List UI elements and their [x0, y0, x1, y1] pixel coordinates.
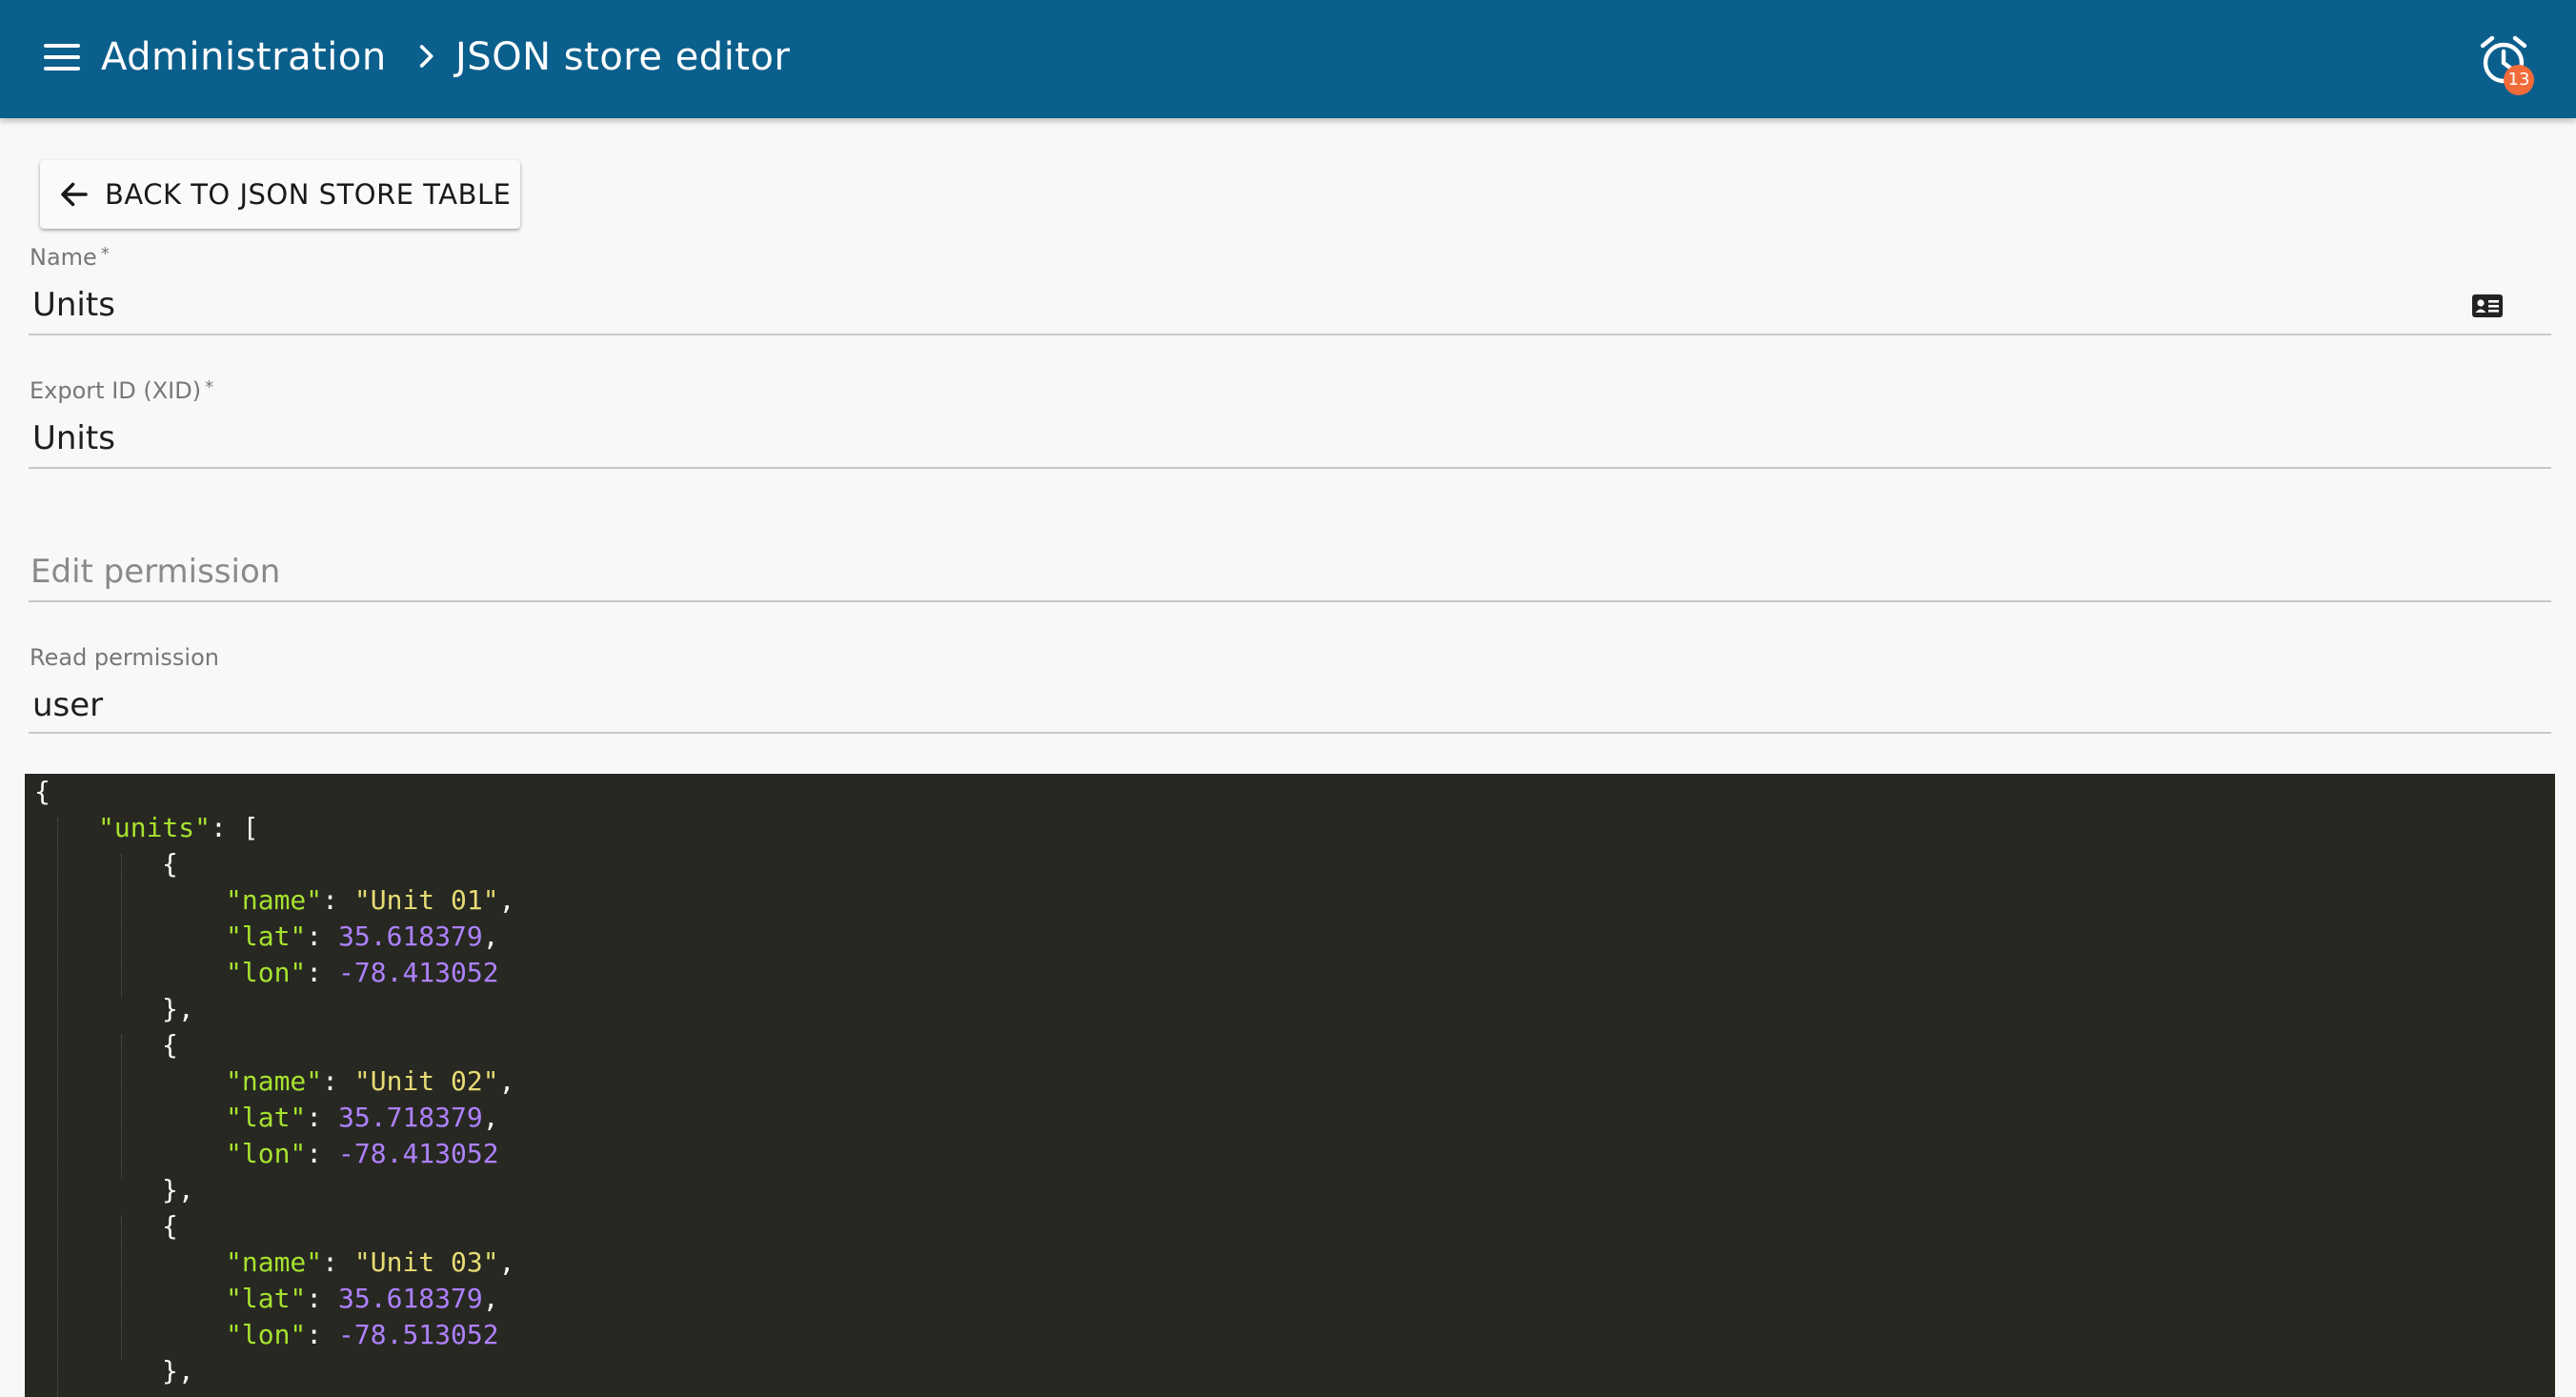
code-punct: ,: [482, 1102, 499, 1133]
code-line: {: [162, 846, 178, 882]
code-line: "name": "Unit 02",: [226, 1063, 514, 1100]
code-number: 35.718379: [338, 1102, 483, 1133]
breadcrumb-json-store-editor: JSON store editor: [455, 35, 791, 79]
code-string: "Unit 02": [353, 1065, 499, 1097]
code-punct: :: [322, 1065, 354, 1097]
code-line: "name": "Unit 01",: [226, 882, 514, 919]
chevron-right-icon: [419, 45, 433, 68]
edit-permission-field[interactable]: Edit permission: [29, 543, 2551, 604]
code-line: "lat": 35.618379,: [226, 919, 499, 955]
code-punct: ,: [498, 884, 515, 916]
code-punct: ,: [498, 1246, 515, 1278]
edit-permission-label: Edit permission: [30, 553, 281, 591]
code-key: "units": [98, 812, 211, 843]
code-line: {: [162, 1027, 178, 1063]
code-punct: ,: [482, 1283, 499, 1314]
indent-guide: [57, 818, 58, 1397]
code-punct: :: [306, 1319, 339, 1350]
code-number: -78.513052: [338, 1319, 499, 1350]
xid-field-underline: [29, 467, 2551, 469]
alarm-count-badge: 13: [2504, 65, 2534, 95]
code-line: "lon": -78.513052: [226, 1317, 499, 1353]
back-to-json-store-table-button[interactable]: BACK TO JSON STORE TABLE: [40, 160, 520, 229]
code-number: -78.413052: [338, 1138, 499, 1169]
code-punct: ,: [498, 1065, 515, 1097]
code-key: "lon": [226, 1319, 307, 1350]
id-card-icon[interactable]: [2471, 294, 2504, 318]
code-punct: {: [34, 776, 50, 807]
read-permission-value[interactable]: user: [32, 686, 2414, 724]
code-punct: {: [162, 1210, 178, 1242]
code-string: "Unit 01": [353, 884, 499, 916]
code-key: "lat": [226, 1102, 307, 1133]
code-punct: {: [162, 848, 178, 880]
code-punct: :: [306, 1102, 339, 1133]
code-key: "name": [226, 1065, 323, 1097]
arrow-left-icon: [61, 182, 88, 207]
read-permission-field: Read permission user: [29, 644, 2551, 736]
indent-guide: [121, 854, 122, 997]
code-punct: :: [306, 921, 339, 952]
json-code-editor[interactable]: {"units": [{"name": "Unit 01", "lat": 35.…: [25, 774, 2555, 1397]
code-number: 35.618379: [338, 1283, 483, 1314]
code-line: "lat": 35.718379,: [226, 1100, 499, 1136]
code-punct: },: [162, 993, 194, 1024]
code-punct: :: [306, 1283, 339, 1314]
code-line: "lon": -78.413052: [226, 955, 499, 991]
code-punct: :: [306, 1138, 339, 1169]
xid-input[interactable]: [32, 419, 2414, 457]
code-punct: },: [162, 1355, 194, 1387]
read-permission-underline: [29, 732, 2551, 734]
edit-permission-underline: [29, 600, 2551, 602]
code-key: "lon": [226, 957, 307, 988]
code-punct: :: [306, 957, 339, 988]
code-string: "Unit 03": [353, 1246, 499, 1278]
code-punct: :: [322, 1246, 354, 1278]
name-field: Name *: [29, 244, 2551, 335]
back-button-label: BACK TO JSON STORE TABLE: [105, 178, 512, 211]
code-line: "lon": -78.413052: [226, 1136, 499, 1172]
code-line: {: [162, 1208, 178, 1245]
read-permission-label: Read permission: [30, 644, 219, 671]
name-field-label: Name *: [30, 244, 110, 271]
code-line: },: [162, 1353, 194, 1389]
code-number: 35.618379: [338, 921, 483, 952]
indent-guide: [121, 1035, 122, 1178]
breadcrumb-administration[interactable]: Administration: [101, 30, 387, 84]
code-line: "units": [: [98, 810, 259, 846]
indent-guide: [121, 1216, 122, 1359]
code-key: "lat": [226, 921, 307, 952]
code-line: },: [162, 991, 194, 1027]
name-field-underline: [29, 334, 2551, 335]
top-toolbar: Administration JSON store editor 13: [0, 0, 2576, 118]
code-line: "name": "Unit 03",: [226, 1245, 514, 1281]
code-key: "name": [226, 884, 323, 916]
xid-field: Export ID (XID) *: [29, 377, 2551, 469]
code-punct: },: [162, 1174, 194, 1205]
code-line: "lat": 35.618379,: [226, 1281, 499, 1317]
code-punct: : [: [211, 812, 259, 843]
code-key: "lon": [226, 1138, 307, 1169]
code-number: -78.413052: [338, 957, 499, 988]
code-punct: {: [162, 1029, 178, 1061]
code-key: "lat": [226, 1283, 307, 1314]
code-line: },: [162, 1172, 194, 1208]
name-input[interactable]: [32, 286, 2414, 324]
code-line: {: [34, 774, 50, 810]
code-punct: ,: [482, 921, 499, 952]
xid-field-label: Export ID (XID) *: [30, 377, 214, 404]
code-key: "name": [226, 1246, 323, 1278]
menu-icon[interactable]: [40, 38, 84, 76]
code-punct: :: [322, 884, 354, 916]
